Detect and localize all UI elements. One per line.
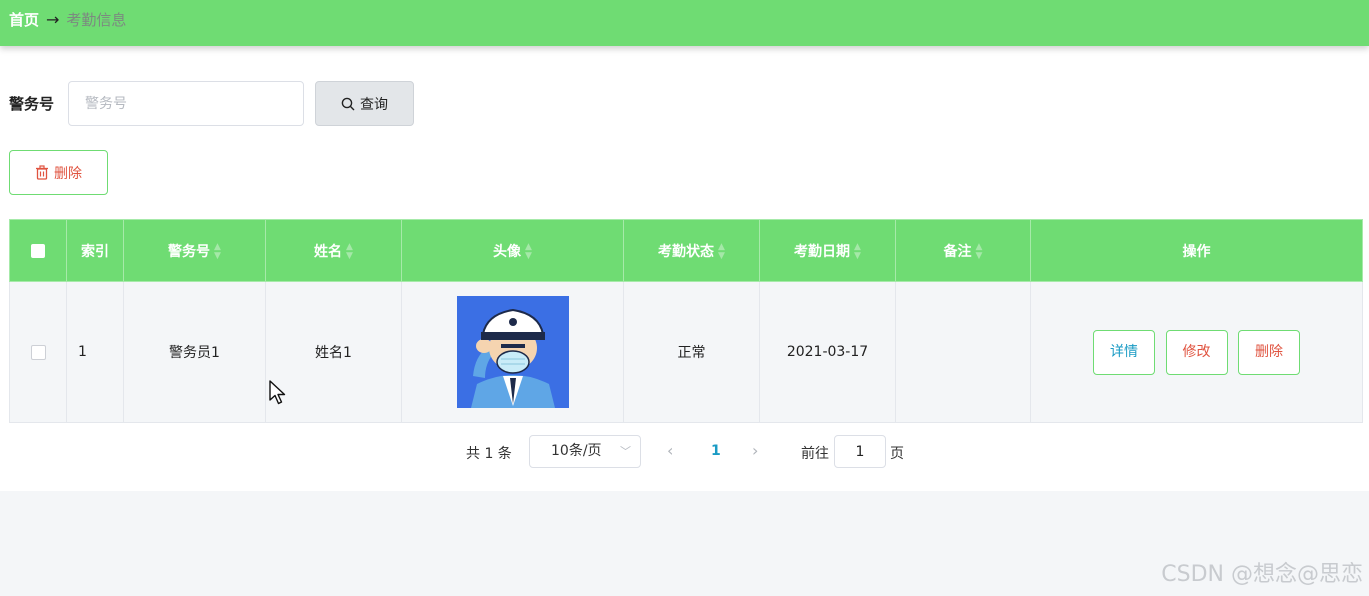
watermark: CSDN @想念@思恋 [1161, 562, 1363, 587]
batch-delete-label: 删除 [54, 165, 82, 182]
cell-date: 2021-03-17 [759, 281, 896, 423]
pagination: 共 1 条 10条/页 ﹀ ‹ 1 › 前往 页 [0, 435, 1369, 469]
sort-icon[interactable]: ▲ ▼ [976, 242, 983, 261]
sort-icon[interactable]: ▲ ▼ [718, 242, 725, 261]
goto-page-input[interactable] [834, 435, 886, 468]
main-panel: 警务号 查询 删除 索引 警务号▲▼ 姓名▲▼ 头像▲▼ 考勤状态▲▼ 考勤日期… [0, 46, 1369, 491]
header-actions: 操作 [1030, 219, 1363, 282]
search-input[interactable] [68, 81, 304, 126]
goto-label: 前往 [801, 446, 829, 462]
breadcrumb-current: 考勤信息 [66, 11, 127, 29]
sort-icon[interactable]: ▲ ▼ [214, 242, 221, 261]
cell-status: 正常 [623, 281, 760, 423]
breadcrumb: 首页 → 考勤信息 [9, 9, 126, 30]
trash-icon [36, 165, 48, 180]
goto-unit: 页 [890, 446, 904, 462]
sort-icon[interactable]: ▲ ▼ [346, 242, 353, 261]
cell-police-id: 警务员1 [123, 281, 266, 423]
header-police-id[interactable]: 警务号 ▲ ▼ [123, 219, 266, 282]
table-row: 1 警务员1 姓名1 正常 2021-03-17 详情 修改 删除 [9, 281, 1363, 423]
police-avatar-icon [456, 296, 569, 408]
page-size-value: 10条/页 [551, 443, 602, 459]
header-remark[interactable]: 备注 ▲ ▼ [895, 219, 1031, 282]
next-page-icon[interactable]: › [752, 441, 758, 460]
prev-page-icon[interactable]: ‹ [667, 441, 673, 460]
table-header-row: 索引 警务号 ▲ ▼ 姓名 ▲ ▼ 头像 ▲ ▼ 考勤状态 ▲ ▼ 考勤日期 ▲ ▼ 备注 ▲ ▼ 操作 [9, 219, 1363, 282]
breadcrumb-home[interactable]: 首页 [9, 9, 39, 30]
delete-button[interactable]: 删除 [1237, 329, 1300, 375]
header-status[interactable]: 考勤状态 ▲ ▼ [623, 219, 760, 282]
search-icon [341, 97, 355, 110]
cell-index: 1 [66, 281, 124, 423]
header-index: 索引 [66, 219, 124, 282]
pagination-total: 共 1 条 [466, 446, 512, 462]
row-checkbox[interactable] [30, 344, 46, 360]
breadcrumb-arrow-icon: → [46, 10, 60, 29]
cell-avatar [401, 281, 624, 423]
sort-icon[interactable]: ▲ ▼ [854, 242, 861, 261]
batch-delete-button[interactable]: 删除 [9, 150, 108, 195]
search-button[interactable]: 查询 [315, 81, 414, 126]
header-select-all[interactable] [9, 219, 67, 282]
edit-button[interactable]: 修改 [1165, 329, 1228, 375]
header-date[interactable]: 考勤日期 ▲ ▼ [759, 219, 896, 282]
sort-icon[interactable]: ▲ ▼ [525, 242, 532, 261]
cell-remark [895, 281, 1031, 423]
chevron-down-icon: ﹀ [620, 445, 631, 458]
row-select-cell[interactable] [9, 281, 67, 423]
page-size-select[interactable]: 10条/页 ﹀ [529, 435, 641, 468]
header-avatar[interactable]: 头像 ▲ ▼ [401, 219, 624, 282]
top-bar: 首页 → 考勤信息 [0, 0, 1369, 46]
header-name[interactable]: 姓名 ▲ ▼ [265, 219, 402, 282]
search-label: 警务号 [9, 95, 55, 113]
detail-button[interactable]: 详情 [1093, 329, 1156, 375]
select-all-checkbox[interactable] [31, 243, 45, 258]
page-number-current[interactable]: 1 [711, 443, 721, 459]
search-button-label: 查询 [360, 96, 388, 113]
mouse-cursor-icon [269, 380, 286, 405]
cell-actions: 详情 修改 删除 [1030, 281, 1363, 423]
attendance-table: 索引 警务号 ▲ ▼ 姓名 ▲ ▼ 头像 ▲ ▼ 考勤状态 ▲ ▼ 考勤日期 ▲ ▼ 备注 ▲ ▼ 操作… [9, 219, 1363, 423]
